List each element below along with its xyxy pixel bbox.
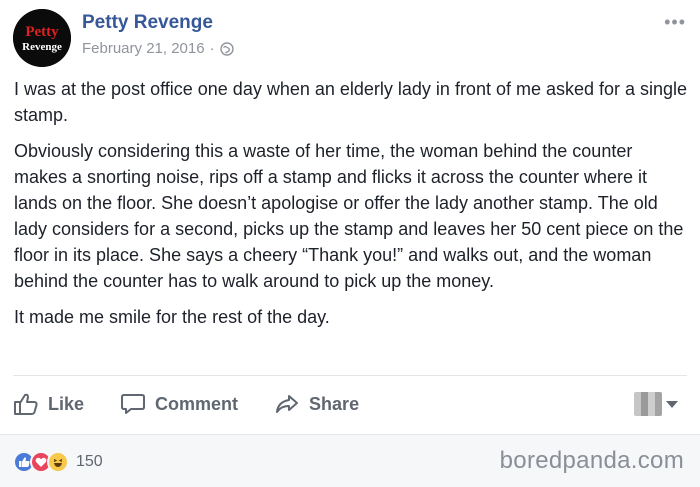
post-paragraph: Obviously considering this a waste of he… xyxy=(14,141,684,291)
reaction-count: 150 xyxy=(76,453,103,470)
watermark: boredpanda.com xyxy=(499,447,684,474)
action-divider xyxy=(13,375,687,376)
reaction-summary[interactable]: 150 xyxy=(13,451,103,473)
pixelated-avatar xyxy=(634,392,662,416)
speech-bubble-icon xyxy=(121,394,146,414)
share-arrow-icon xyxy=(276,395,299,413)
petty-revenge-logo: Petty Revenge xyxy=(13,9,71,67)
share-button[interactable]: Share xyxy=(274,392,359,416)
svg-text:Revenge: Revenge xyxy=(22,41,62,53)
like-button[interactable]: Like xyxy=(13,392,84,416)
reactions-footer: 150 boredpanda.com xyxy=(0,434,700,487)
comment-button[interactable]: Comment xyxy=(120,392,238,416)
share-label: Share xyxy=(309,393,360,414)
post-body: I was at the post office one day when an… xyxy=(14,76,690,340)
post-meta: February 21, 2016 · xyxy=(82,40,234,57)
post-date[interactable]: February 21, 2016 xyxy=(82,40,205,57)
thumbs-up-icon xyxy=(14,393,38,415)
like-label: Like xyxy=(48,393,85,414)
svg-text:Petty: Petty xyxy=(25,24,59,40)
haha-reaction-icon xyxy=(47,451,69,473)
audience-selector[interactable] xyxy=(634,392,678,416)
comment-label: Comment xyxy=(155,393,239,414)
post-paragraph: I was at the post office one day when an… xyxy=(14,79,688,125)
page-name-link[interactable]: Petty Revenge xyxy=(82,12,213,34)
page-avatar[interactable]: Petty Revenge xyxy=(13,9,71,67)
facebook-post: Petty Revenge Petty Revenge February 21,… xyxy=(0,0,700,487)
action-bar: Like Comment Share xyxy=(13,386,395,422)
post-paragraph: It made me smile for the rest of the day… xyxy=(14,307,330,327)
caret-down-icon xyxy=(666,400,678,408)
more-options-icon[interactable]: ••• xyxy=(664,12,686,33)
meta-separator: · xyxy=(209,40,215,57)
globe-icon[interactable] xyxy=(219,41,234,56)
